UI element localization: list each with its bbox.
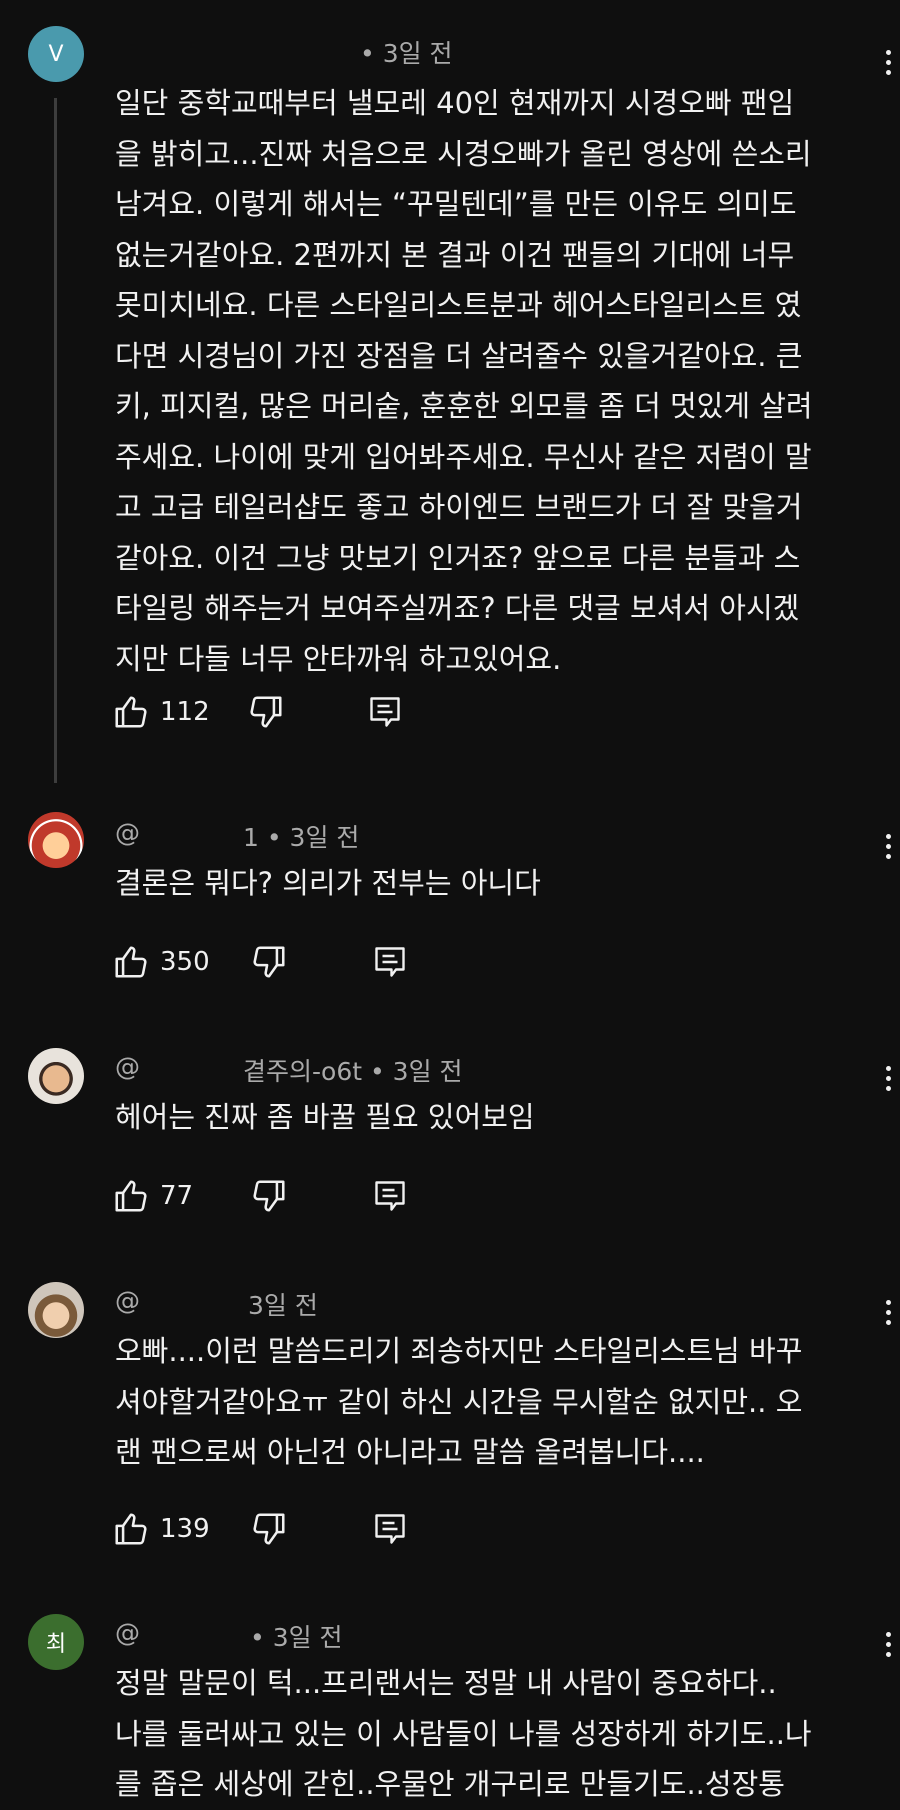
comment-text: 오빠....이런 말씀드리기 죄송하지만 스타일리스트님 바꾸 셔야할거같아요ㅠ… [115,1334,803,1469]
comment-author[interactable]: @ [115,1618,140,1647]
avatar[interactable] [28,1048,84,1104]
reply-button[interactable] [367,690,403,734]
comment-text: 결론은 뭐다? 의리가 전부는 아니다 [115,866,541,900]
dislike-button[interactable] [250,1174,288,1218]
comment-text: 정말 말문이 턱...프리랜서는 정말 내 사람이 중요하다.. 나를 둘러싸고… [115,1666,812,1801]
more-options-icon[interactable] [876,826,900,866]
reply-icon [375,1514,405,1544]
thumbs-down-icon [253,1513,285,1545]
thumbs-up-icon [115,1513,147,1545]
reply-button[interactable] [372,940,408,984]
reply-button[interactable] [372,1174,408,1218]
comment-author[interactable]: @ [115,818,140,847]
reply-button[interactable] [372,1507,408,1551]
comment-time: • 3일 전 [250,1623,343,1652]
avatar-image [28,812,84,868]
like-count: 139 [160,1514,210,1544]
avatar-image [28,1282,84,1338]
comment-time: 3일 전 [248,1291,318,1320]
thumbs-down-icon [250,696,282,728]
reply-icon [370,697,400,727]
dislike-button[interactable] [250,1507,288,1551]
comment-time: 곁주의-o6t • 3일 전 [243,1057,463,1086]
thumbs-down-icon [253,1180,285,1212]
thumbs-down-icon [253,946,285,978]
avatar[interactable]: V [28,26,84,82]
comment-time: 1 • 3일 전 [243,823,360,852]
more-options-icon[interactable] [876,42,900,82]
avatar-image [28,1048,84,1104]
avatar-initial: 최 [45,1632,67,1657]
avatar-initial: V [48,41,64,67]
reply-thread-line [54,98,57,783]
more-options-icon[interactable] [876,1624,900,1664]
avatar[interactable] [28,812,84,868]
like-button[interactable]: 77 [112,1174,193,1218]
more-options-icon[interactable] [876,1058,900,1098]
comment-text: 일단 중학교때부터 낼모레 40인 현재까지 시경오빠 팬임 을 밝히고...진… [115,86,813,676]
reply-icon [375,947,405,977]
comment-author[interactable]: @ [115,1286,140,1315]
like-button[interactable]: 350 [112,940,210,984]
more-options-icon[interactable] [876,1292,900,1332]
dislike-button[interactable] [250,940,288,984]
like-count: 112 [160,697,210,727]
thumbs-up-icon [115,946,147,978]
thumbs-up-icon [115,1180,147,1212]
avatar[interactable] [28,1282,84,1338]
like-count: 77 [160,1181,194,1211]
comment-text: 헤어는 진짜 좀 바꿀 필요 있어보임 [115,1100,535,1134]
dislike-button[interactable] [247,690,285,734]
like-button[interactable]: 112 [112,690,210,734]
like-button[interactable]: 139 [112,1507,210,1551]
reply-icon [375,1181,405,1211]
comment-time: • 3일 전 [360,39,453,68]
thumbs-up-icon [115,696,147,728]
like-count: 350 [160,947,210,977]
avatar[interactable]: 최 [28,1614,84,1670]
comment-author[interactable]: @ [115,1052,140,1081]
